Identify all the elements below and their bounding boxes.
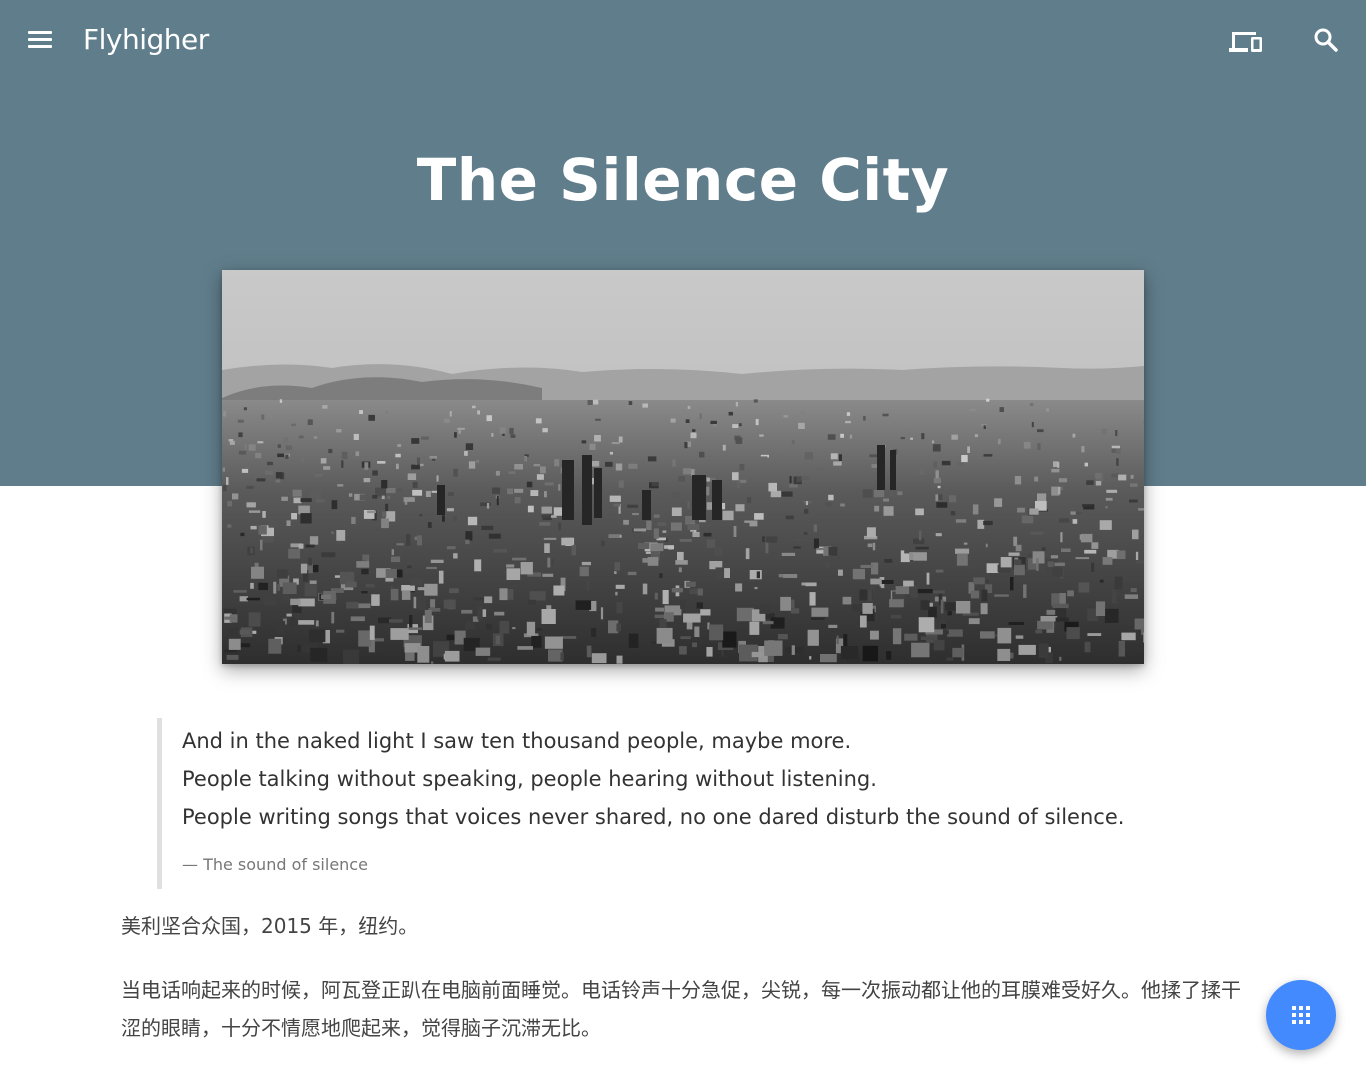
apps-grid-icon <box>1292 1006 1310 1024</box>
post-paragraph: 当电话响起来的时候，阿瓦登正趴在电脑前面睡觉。电话铃声十分急促，尖锐，每一次振动… <box>121 978 1241 1040</box>
menu-icon[interactable] <box>20 20 60 60</box>
search-icon[interactable] <box>1308 22 1344 58</box>
apps-grid-button[interactable] <box>1266 980 1336 1050</box>
quote-citation: — The sound of silence <box>182 855 368 874</box>
blockquote: And in the naked light I saw ten thousan… <box>157 718 1157 889</box>
devices-icon[interactable] <box>1226 24 1266 58</box>
quote-line: People talking without speaking, people … <box>182 767 877 791</box>
top-app-bar: Flyhigher <box>0 0 1366 80</box>
cover-image <box>222 270 1144 664</box>
quote-line: People writing songs that voices never s… <box>182 805 1125 829</box>
quote-line: And in the naked light I saw ten thousan… <box>182 729 852 753</box>
site-brand[interactable]: Flyhigher <box>83 22 209 58</box>
post-title: The Silence City <box>416 146 950 214</box>
post-paragraph: 美利坚合众国，2015 年，纽约。 <box>121 914 419 938</box>
